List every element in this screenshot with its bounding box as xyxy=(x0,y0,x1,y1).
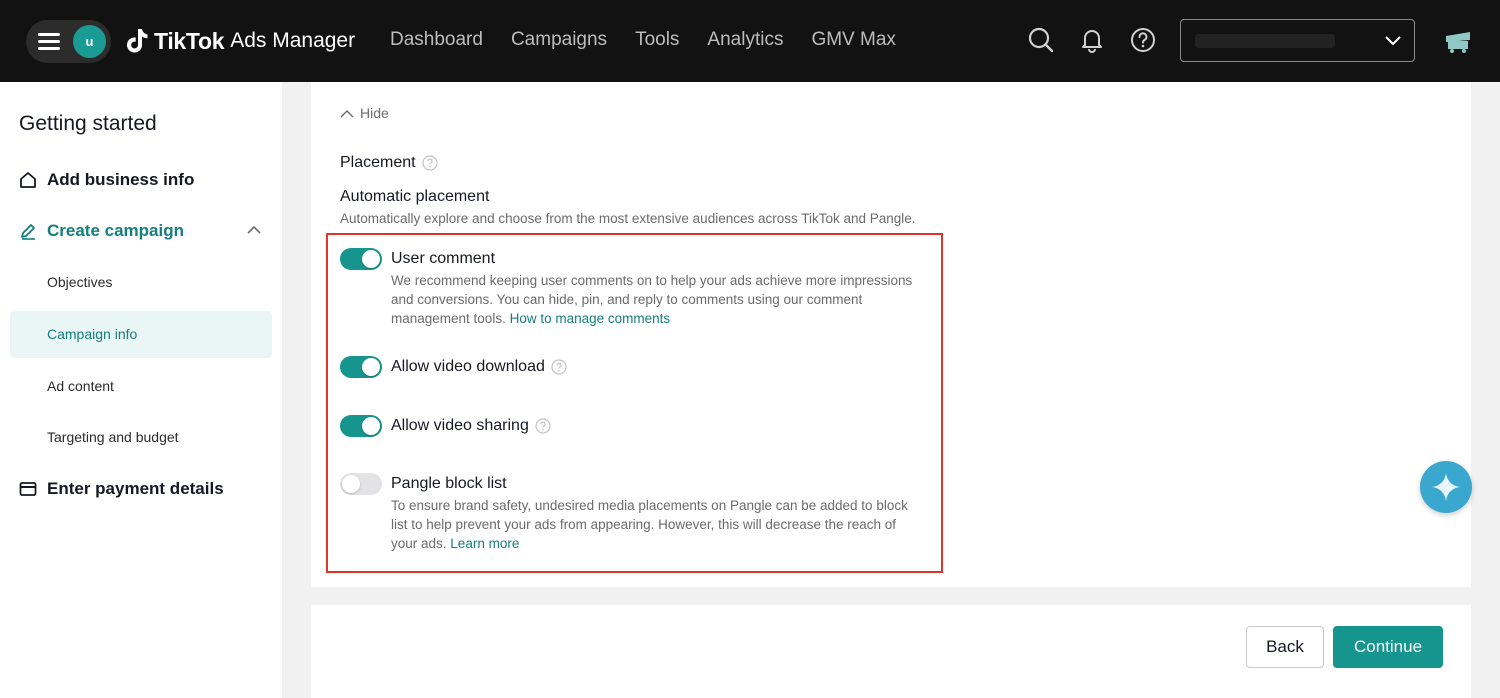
user-comment-description: We recommend keeping user comments on to… xyxy=(391,273,913,326)
sidebar-subitem-ad-content[interactable]: Ad content xyxy=(47,378,114,394)
placement-heading: Placement xyxy=(340,154,438,172)
nav-tools[interactable]: Tools xyxy=(635,29,679,51)
sidebar-title: Getting started xyxy=(19,112,157,135)
search-icon[interactable] xyxy=(1027,26,1055,54)
help-icon[interactable] xyxy=(1129,26,1157,54)
manage-comments-link[interactable]: How to manage comments xyxy=(510,311,671,326)
allow-video-download-label: Allow video download xyxy=(391,358,545,375)
sidebar-subitem-campaign-info[interactable]: Campaign info xyxy=(47,326,137,342)
allow-video-download-option: Allow video download xyxy=(391,358,567,376)
user-comment-toggle[interactable] xyxy=(340,248,382,270)
sparkle-icon xyxy=(1432,473,1460,501)
nav-gmv-max[interactable]: GMV Max xyxy=(811,29,895,51)
credit-card-icon xyxy=(19,482,37,496)
sidebar-subitem-objectives[interactable]: Objectives xyxy=(47,274,112,290)
allow-video-sharing-toggle[interactable] xyxy=(340,415,382,437)
allow-video-sharing-label: Allow video sharing xyxy=(391,417,529,434)
help-icon[interactable] xyxy=(535,418,551,434)
brand-name: TikTok xyxy=(154,27,225,54)
sidebar-item-payment[interactable]: Enter payment details xyxy=(19,477,224,501)
help-icon[interactable] xyxy=(551,359,567,375)
tiktok-note-icon xyxy=(127,29,148,53)
help-icon[interactable] xyxy=(421,155,438,171)
learn-more-link[interactable]: Learn more xyxy=(450,536,519,551)
pangle-block-list-label: Pangle block list xyxy=(391,475,507,492)
chevron-up-icon xyxy=(340,109,354,117)
back-button[interactable]: Back xyxy=(1246,626,1324,668)
placement-settings-card: Hide Placement Automatic placement Autom… xyxy=(311,82,1471,587)
redacted-account-name xyxy=(1195,34,1335,48)
sidebar-subitem-targeting-budget[interactable]: Targeting and budget xyxy=(47,429,179,445)
pencil-icon xyxy=(21,224,35,240)
tiktok-logo[interactable]: TikTok Ads Manager xyxy=(124,24,355,58)
automatic-placement-description: Automatically explore and choose from th… xyxy=(340,211,916,226)
getting-started-sidebar: Getting started Add business info Create… xyxy=(0,82,282,698)
hamburger-menu-icon[interactable] xyxy=(38,30,62,52)
pangle-block-list-description: To ensure brand safety, undesired media … xyxy=(391,498,908,551)
sidebar-item-add-business[interactable]: Add business info xyxy=(19,168,194,192)
chevron-down-icon xyxy=(1385,36,1401,46)
home-icon xyxy=(20,172,36,188)
hide-label: Hide xyxy=(360,105,389,121)
cart-icon[interactable] xyxy=(1443,28,1473,54)
footer-actions: Back Continue xyxy=(311,605,1471,698)
sidebar-item-create-campaign[interactable]: Create campaign xyxy=(19,219,269,243)
sidebar-item-label: Add business info xyxy=(47,170,195,189)
automatic-placement-title: Automatic placement xyxy=(340,188,490,205)
continue-button[interactable]: Continue xyxy=(1333,626,1443,668)
nav-campaigns[interactable]: Campaigns xyxy=(511,29,607,51)
pangle-block-list-toggle[interactable] xyxy=(340,473,382,495)
sidebar-item-label: Create campaign xyxy=(47,221,184,240)
user-comment-label: User comment xyxy=(391,250,496,267)
nav-analytics[interactable]: Analytics xyxy=(707,29,783,51)
sidebar-item-label: Enter payment details xyxy=(47,479,224,498)
nav-dashboard[interactable]: Dashboard xyxy=(390,29,483,51)
allow-video-sharing-option: Allow video sharing xyxy=(391,417,551,435)
main-nav: Dashboard Campaigns Tools Analytics GMV … xyxy=(390,29,924,51)
chevron-up-icon[interactable] xyxy=(247,225,261,235)
avatar[interactable]: u xyxy=(73,25,106,58)
bell-icon[interactable] xyxy=(1078,26,1106,54)
allow-video-download-toggle[interactable] xyxy=(340,356,382,378)
account-selector[interactable] xyxy=(1180,19,1415,62)
top-navigation-bar: u TikTok Ads Manager Dashboard Campaigns… xyxy=(0,0,1500,82)
ai-assistant-button[interactable] xyxy=(1420,461,1472,513)
hide-toggle-link[interactable]: Hide xyxy=(340,105,389,121)
product-name: Ads Manager xyxy=(230,29,356,52)
placement-label: Placement xyxy=(340,154,416,171)
